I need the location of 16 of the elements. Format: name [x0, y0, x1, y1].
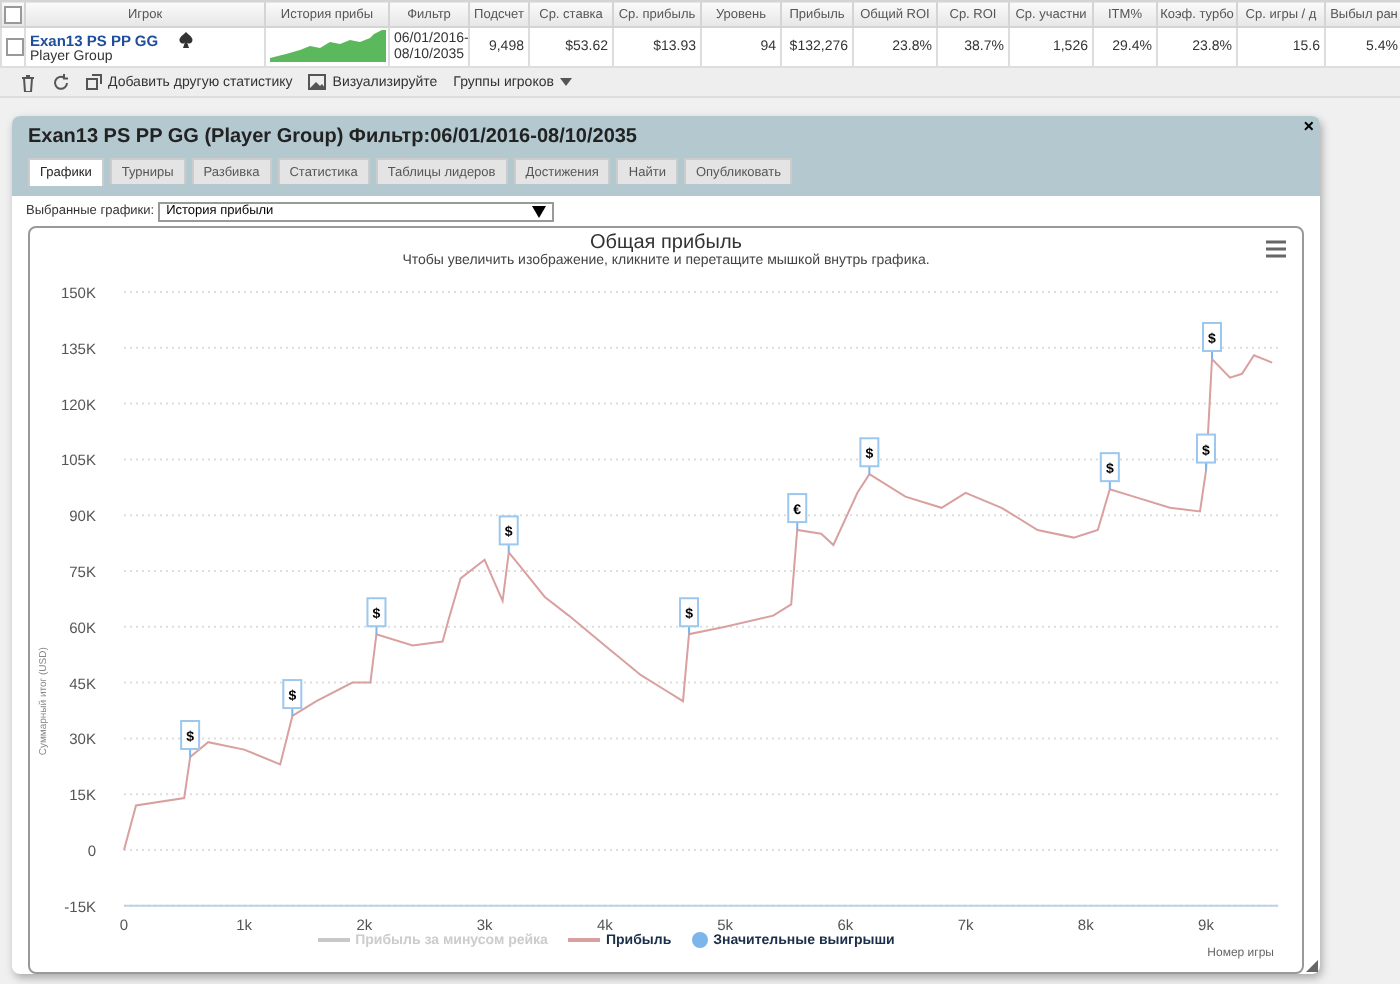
chart-title: Общая прибыль: [589, 232, 744, 254]
line-swatch-icon: [567, 934, 600, 946]
menu-icon[interactable]: [1266, 240, 1286, 258]
dialog-title: Exan13 PS PP GG (Player Group) Фильтр:06/01/2016-08/10/2035: [28, 126, 639, 152]
resize-grip-icon[interactable]: [1306, 960, 1318, 972]
copy-icon: [86, 74, 102, 90]
row-checkbox[interactable]: [6, 38, 23, 56]
trash-icon[interactable]: [20, 73, 36, 91]
spade-icon: [178, 32, 195, 48]
caret-icon: [532, 205, 547, 217]
sparkline-drawing: [270, 29, 386, 61]
image-icon: [308, 74, 327, 90]
select-all-checkbox[interactable]: [4, 5, 22, 23]
refresh-icon[interactable]: [52, 73, 70, 91]
caret-icon: [559, 78, 572, 86]
close-button[interactable]: ×: [1303, 116, 1314, 136]
